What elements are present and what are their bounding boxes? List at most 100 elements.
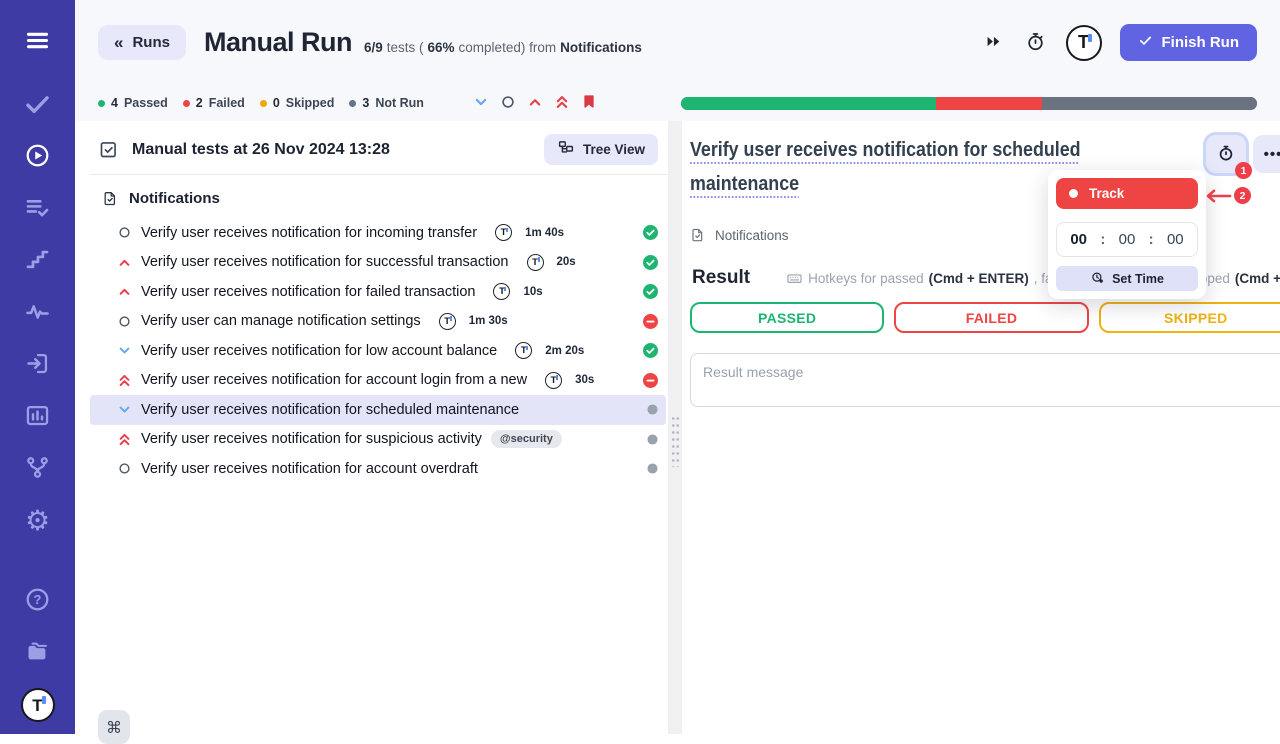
sidebar-item-settings[interactable]: ⚙ — [23, 506, 53, 536]
list-title: Manual tests at 26 Nov 2024 13:28 — [132, 141, 390, 159]
more-options-button[interactable]: ••• — [1253, 135, 1280, 173]
test-row[interactable]: Verify user receives notification for ac… — [90, 454, 666, 484]
status-not_run-icon — [647, 404, 658, 415]
sidebar-item-help[interactable]: ? — [23, 586, 53, 616]
list-header: Manual tests at 26 Nov 2024 13:28 Tree V… — [90, 125, 668, 175]
testomat-timer-icon: T — [527, 254, 544, 271]
sidebar-item-branches[interactable] — [23, 454, 53, 484]
test-row[interactable]: Verify user receives notification for ac… — [90, 366, 666, 396]
result-message-input[interactable] — [690, 353, 1280, 407]
divider-drag-handle[interactable] — [671, 415, 680, 467]
test-duration: 30s — [575, 374, 594, 386]
priority-low-icon — [117, 344, 132, 357]
time-display[interactable]: 00:00:00 — [1056, 222, 1198, 257]
testomat-timer-icon: T — [515, 342, 532, 359]
annotation-2: 2 — [1202, 187, 1251, 204]
chevron-down-icon — [474, 95, 488, 112]
test-name: Verify user receives notification for sc… — [141, 402, 519, 418]
status-failed-icon — [643, 373, 658, 388]
sidebar-bottom: ?T — [23, 586, 53, 720]
sidebar-item-logo[interactable]: T — [23, 690, 53, 720]
priority-high-icon — [117, 285, 132, 298]
back-to-runs-label: Runs — [132, 34, 170, 51]
test-row[interactable]: Verify user receives notification for lo… — [90, 336, 666, 366]
test-row[interactable]: Verify user receives notification for su… — [90, 248, 666, 278]
pulse-icon — [24, 298, 51, 328]
minutes-value[interactable]: 00 — [1116, 231, 1138, 248]
plans-icon — [24, 194, 51, 224]
filter-double-chevron-up[interactable] — [555, 94, 569, 113]
fast-forward-button[interactable] — [980, 28, 1007, 58]
timer-button[interactable]: 1 — [1206, 135, 1246, 173]
passed-button[interactable]: PASSED — [690, 302, 884, 333]
testomat-timer-icon: T — [495, 224, 512, 241]
stopwatch-button[interactable] — [1021, 27, 1050, 59]
testomat-timer-icon: T — [439, 313, 456, 330]
double-chevron-left-icon: « — [114, 33, 123, 53]
svg-text:?: ? — [34, 592, 42, 607]
sidebar-item-pulse[interactable] — [23, 298, 53, 328]
seconds-value[interactable]: 00 — [1164, 231, 1186, 248]
sidebar-item-tests[interactable] — [23, 90, 53, 120]
finish-run-button[interactable]: Finish Run — [1120, 24, 1258, 61]
keyboard-icon — [786, 270, 803, 287]
priority-normal-icon — [117, 462, 132, 475]
filter-chevron-up[interactable] — [528, 95, 542, 112]
sidebar-item-projects[interactable] — [23, 638, 53, 668]
sidebar-item-analytics[interactable] — [23, 402, 53, 432]
status-dot-icon — [183, 100, 190, 107]
test-list-panel: Manual tests at 26 Nov 2024 13:28 Tree V… — [75, 121, 668, 734]
test-detail-panel: Verify user receives notification for sc… — [682, 121, 1280, 734]
test-row[interactable]: Verify user can manage notification sett… — [90, 307, 666, 337]
branches-icon — [24, 454, 51, 484]
circle-icon — [501, 95, 515, 112]
sidebar-item-menu[interactable] — [23, 27, 53, 57]
status-dot-icon — [260, 100, 267, 107]
menu-icon — [24, 27, 51, 57]
track-button[interactable]: Track — [1056, 178, 1198, 209]
folder-row[interactable]: Notifications — [90, 179, 668, 217]
annotation-badge-1: 1 — [1235, 162, 1252, 179]
sidebar-item-plans[interactable] — [23, 194, 53, 224]
priority-filters — [474, 94, 596, 113]
sidebar-item-import[interactable] — [23, 350, 53, 380]
set-time-button[interactable]: Set Time — [1056, 266, 1198, 291]
checklist-icon — [98, 139, 119, 160]
command-shortcut-button[interactable]: ⌘ — [98, 710, 130, 744]
hotkey-combo: (Cmd + I) — [1235, 271, 1280, 286]
test-list: Verify user receives notification for in… — [90, 218, 668, 484]
logo-icon: T — [21, 688, 55, 722]
filter-chevron-down[interactable] — [474, 95, 488, 112]
tree-view-button[interactable]: Tree View — [544, 134, 658, 165]
test-row[interactable]: Verify user receives notification for fa… — [90, 277, 666, 307]
status-passed-icon — [643, 343, 658, 358]
test-row[interactable]: Verify user receives notification for in… — [90, 218, 666, 248]
status-not_run-icon — [647, 434, 658, 445]
count-failed: 2Failed — [183, 96, 245, 110]
breadcrumb-label[interactable]: Notifications — [715, 228, 789, 243]
failed-button[interactable]: FAILED — [894, 302, 1088, 333]
test-row[interactable]: Verify user receives notification for sc… — [90, 395, 666, 425]
test-row[interactable]: Verify user receives notification for su… — [90, 425, 666, 455]
app-window: ⚙ ?T « Runs Manual Run 6/9 tests ( 66% c… — [0, 0, 1280, 734]
filter-circle[interactable] — [501, 95, 515, 112]
sidebar-item-steps[interactable] — [23, 246, 53, 276]
status-dot-icon — [98, 100, 105, 107]
status-passed-icon — [643, 225, 658, 240]
arrow-left-icon — [1202, 188, 1232, 204]
sidebar-item-runs[interactable] — [23, 142, 53, 172]
back-to-runs-button[interactable]: « Runs — [98, 25, 186, 60]
hours-value[interactable]: 00 — [1068, 231, 1090, 248]
skipped-button[interactable]: SKIPPED — [1099, 302, 1280, 333]
count-not-run: 3Not Run — [349, 96, 424, 110]
priority-normal-icon — [117, 226, 132, 239]
test-duration: 20s — [557, 256, 576, 268]
testomat-logo: T — [1066, 25, 1102, 61]
double-chevron-up-icon — [555, 94, 569, 113]
import-icon — [24, 350, 51, 380]
test-duration: 2m 20s — [545, 345, 584, 357]
status-failed-icon — [643, 314, 658, 329]
test-tag: @security — [491, 430, 562, 448]
progress-segment-failed — [936, 97, 1042, 110]
filter-bookmark[interactable] — [582, 94, 596, 112]
